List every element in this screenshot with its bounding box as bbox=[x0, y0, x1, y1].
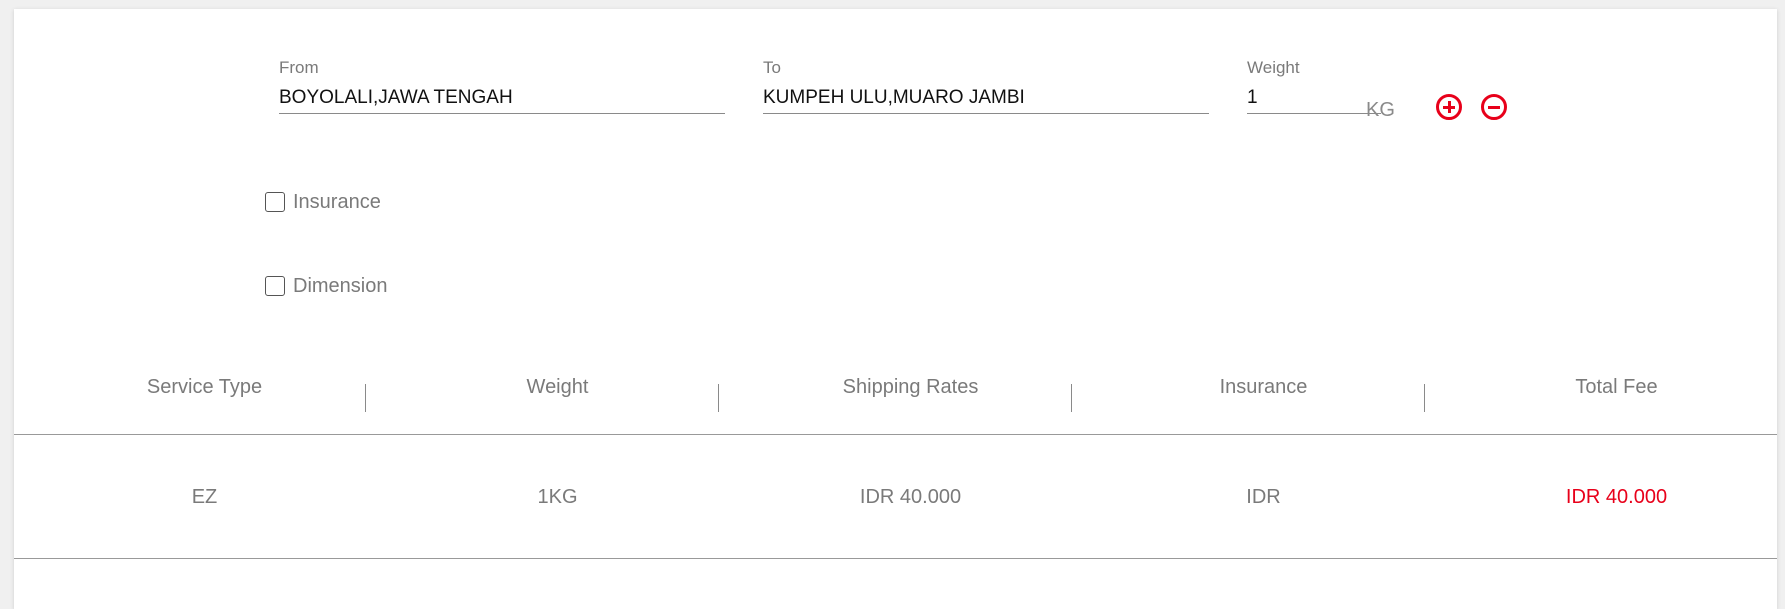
from-field: From bbox=[279, 58, 725, 131]
header-divider bbox=[1071, 384, 1072, 412]
header-service-type: Service Type bbox=[146, 376, 263, 398]
rates-table-header: Service Type Weight Shipping Rates Insur… bbox=[14, 362, 1777, 435]
dimension-checkbox[interactable] bbox=[265, 276, 285, 296]
header-total-fee: Total Fee bbox=[1575, 376, 1658, 398]
header-divider bbox=[718, 384, 719, 412]
weight-unit: KG bbox=[1366, 99, 1395, 121]
cell-insurance: IDR bbox=[1246, 486, 1281, 508]
header-insurance: Insurance bbox=[1219, 376, 1308, 398]
insurance-label: Insurance bbox=[293, 190, 381, 213]
header-divider bbox=[365, 384, 366, 412]
dimension-label: Dimension bbox=[293, 274, 388, 297]
weight-field: Weight bbox=[1247, 58, 1381, 131]
to-field: To bbox=[763, 58, 1209, 131]
insurance-option[interactable]: Insurance bbox=[265, 189, 381, 215]
cell-shipping-rates: IDR 40.000 bbox=[859, 486, 962, 508]
to-input[interactable] bbox=[763, 83, 1209, 114]
from-input[interactable] bbox=[279, 83, 725, 114]
table-row: EZ 1KG IDR 40.000 IDR IDR 40.000 bbox=[14, 435, 1777, 559]
insurance-checkbox[interactable] bbox=[265, 192, 285, 212]
weight-input[interactable] bbox=[1247, 83, 1381, 114]
increase-weight-button[interactable] bbox=[1436, 94, 1462, 120]
to-label: To bbox=[763, 58, 781, 77]
dimension-option[interactable]: Dimension bbox=[265, 273, 387, 299]
weight-label: Weight bbox=[1247, 58, 1300, 77]
from-label: From bbox=[279, 58, 319, 77]
cell-weight: 1KG bbox=[537, 486, 578, 508]
header-shipping-rates: Shipping Rates bbox=[842, 376, 979, 398]
cell-total-fee: IDR 40.000 bbox=[1565, 486, 1668, 508]
decrease-weight-button[interactable] bbox=[1481, 94, 1507, 120]
header-divider bbox=[1424, 384, 1425, 412]
cell-service-type: EZ bbox=[191, 486, 218, 508]
header-weight: Weight bbox=[526, 376, 589, 398]
